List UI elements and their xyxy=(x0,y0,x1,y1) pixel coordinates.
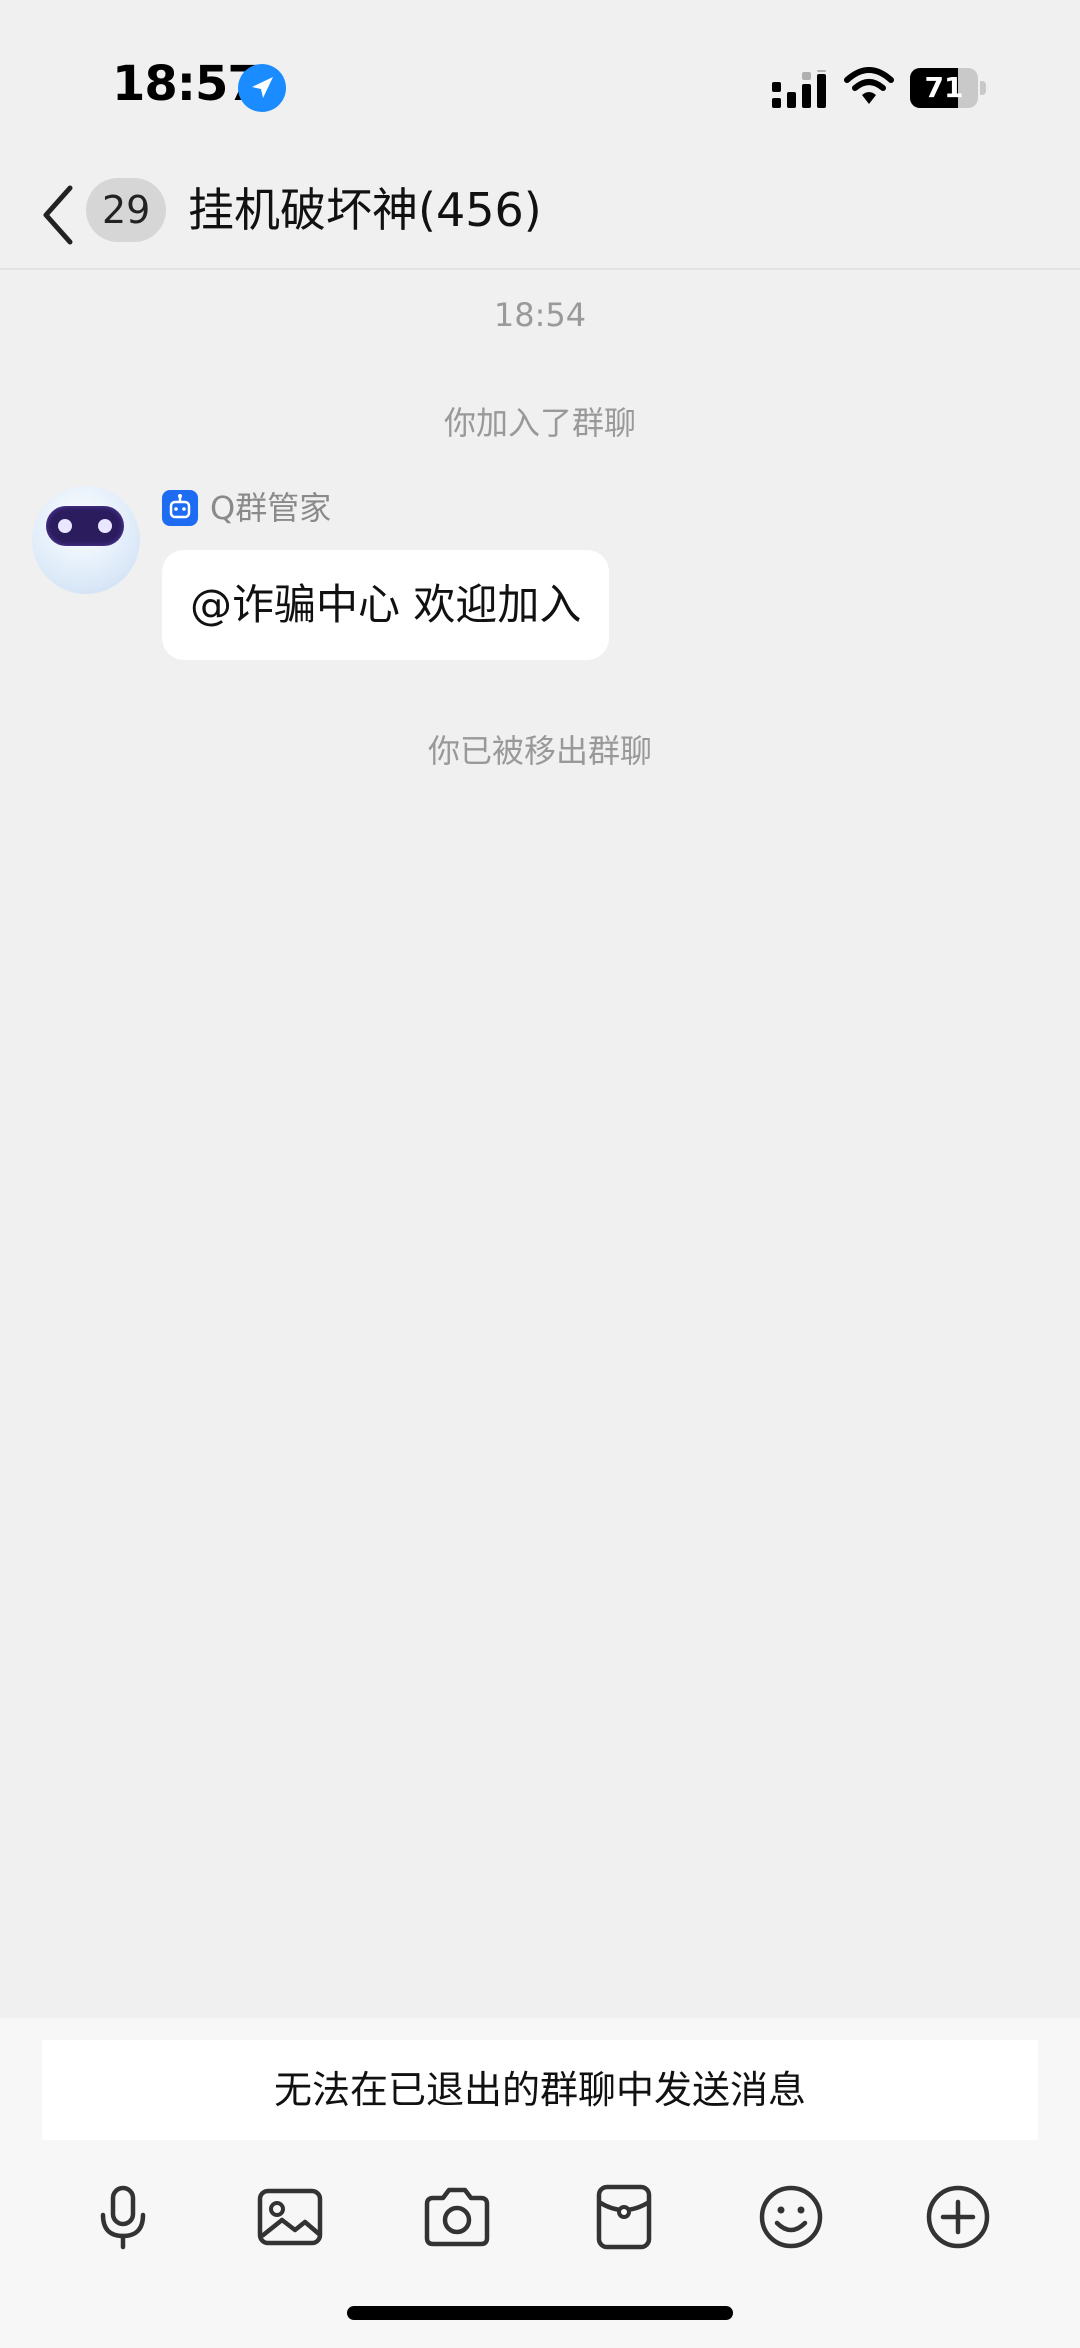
image-button[interactable] xyxy=(235,2162,345,2272)
location-arrow-icon xyxy=(238,64,286,112)
avatar-visor xyxy=(46,506,124,546)
red-packet-button[interactable] xyxy=(569,2162,679,2272)
camera-icon xyxy=(424,2187,490,2247)
image-icon xyxy=(257,2188,323,2246)
input-toolbar xyxy=(0,2162,1080,2272)
joined-group-notice: 你加入了群聊 xyxy=(443,404,636,442)
bottom-bar: 无法在已退出的群聊中发送消息 xyxy=(0,2018,1080,2348)
sender-name: Q群管家 xyxy=(210,489,332,527)
message-bubble[interactable]: @诈骗中心 欢迎加入 xyxy=(162,550,610,660)
cannot-send-notice: 无法在已退出的群聊中发送消息 xyxy=(42,2040,1038,2140)
chat-header: 29 挂机破坏神(456) xyxy=(0,160,1080,270)
message-timestamp: 18:54 xyxy=(493,296,587,334)
robot-icon xyxy=(162,490,198,526)
wifi-icon xyxy=(844,66,894,106)
bot-avatar[interactable] xyxy=(32,486,140,594)
battery-icon: 71 xyxy=(910,68,986,108)
microphone-icon xyxy=(100,2185,146,2250)
home-indicator[interactable] xyxy=(347,2306,733,2320)
voice-button[interactable] xyxy=(68,2162,178,2272)
battery-level: 71 xyxy=(924,71,964,104)
chat-title[interactable]: 挂机破坏神(456) xyxy=(188,178,542,242)
removed-from-group-notice: 你已被移出群聊 xyxy=(427,732,652,770)
battery-body: 71 xyxy=(910,68,978,108)
camera-button[interactable] xyxy=(402,2162,512,2272)
status-bar: 18:57 71 xyxy=(0,0,1080,160)
cellular-signal-icon xyxy=(772,70,828,108)
avatar-eye-right xyxy=(98,519,112,533)
battery-cap xyxy=(980,81,986,95)
red-packet-icon xyxy=(596,2184,652,2250)
emoji-button[interactable] xyxy=(736,2162,846,2272)
unread-count-badge[interactable]: 29 xyxy=(86,178,167,242)
avatar-eye-left xyxy=(58,519,72,533)
emoji-icon xyxy=(759,2185,823,2249)
plus-icon xyxy=(926,2185,990,2249)
back-button[interactable] xyxy=(36,180,80,250)
chevron-left-icon xyxy=(43,185,73,245)
more-button[interactable] xyxy=(903,2162,1013,2272)
